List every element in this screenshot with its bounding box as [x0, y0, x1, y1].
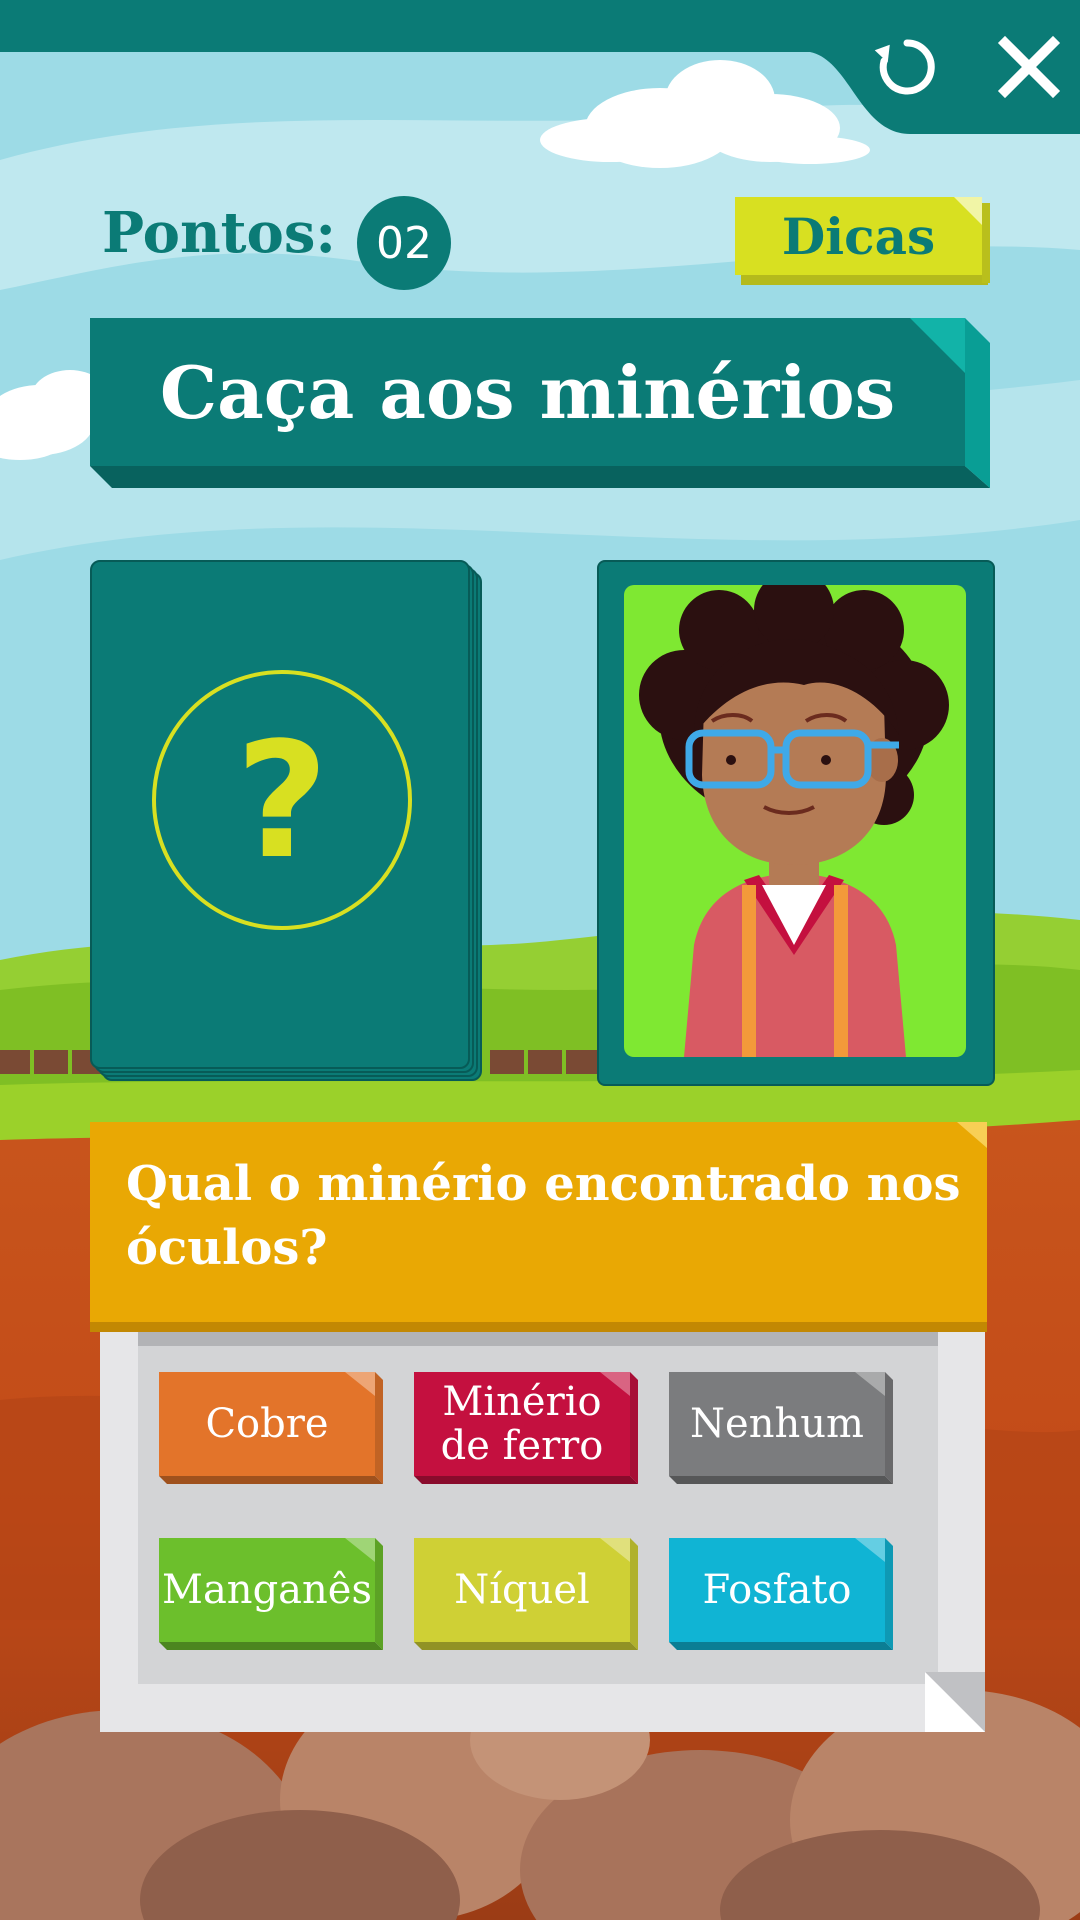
answer-button-minerio-de-ferro[interactable]: Minério de ferro	[414, 1372, 638, 1484]
card-deck[interactable]: ?	[90, 560, 490, 1085]
answer-button-manganes[interactable]: Manganês	[159, 1538, 383, 1650]
answer-button-niquel[interactable]: Níquel	[414, 1538, 638, 1650]
question-text: Qual o minério encontrado nos óculos?	[126, 1156, 961, 1276]
answer-button-nenhum[interactable]: Nenhum	[669, 1372, 893, 1484]
answer-label: Cobre	[205, 1401, 329, 1447]
game-screen: Pontos: 02 Dicas Caça aos minérios ? Qua…	[0, 0, 1080, 1920]
title-banner: Caça aos minérios	[90, 318, 990, 490]
restart-button[interactable]	[866, 26, 948, 108]
game-title: Caça aos minérios	[159, 349, 896, 435]
close-button[interactable]	[988, 26, 1070, 108]
answer-button-fosfato[interactable]: Fosfato	[669, 1538, 893, 1650]
answer-label: Níquel	[454, 1567, 590, 1613]
character-portrait	[624, 585, 966, 1057]
question-mark-icon: ?	[235, 706, 329, 894]
answer-label: Manganês	[162, 1567, 372, 1613]
answer-label: Fosfato	[702, 1567, 852, 1613]
score-value: 02	[357, 196, 451, 290]
question-box: Qual o minério encontrado nos óculos?	[90, 1122, 987, 1332]
answer-label: Minério de ferro	[440, 1379, 604, 1469]
close-icon	[997, 35, 1061, 99]
character-card	[597, 560, 995, 1086]
answer-button-cobre[interactable]: Cobre	[159, 1372, 383, 1484]
restart-icon	[874, 39, 935, 95]
hints-label: Dicas	[781, 206, 936, 266]
character-illustration	[639, 585, 949, 1057]
score-label: Pontos:	[102, 200, 337, 266]
hints-button[interactable]: Dicas	[735, 197, 990, 287]
answer-label: Nenhum	[690, 1401, 864, 1447]
